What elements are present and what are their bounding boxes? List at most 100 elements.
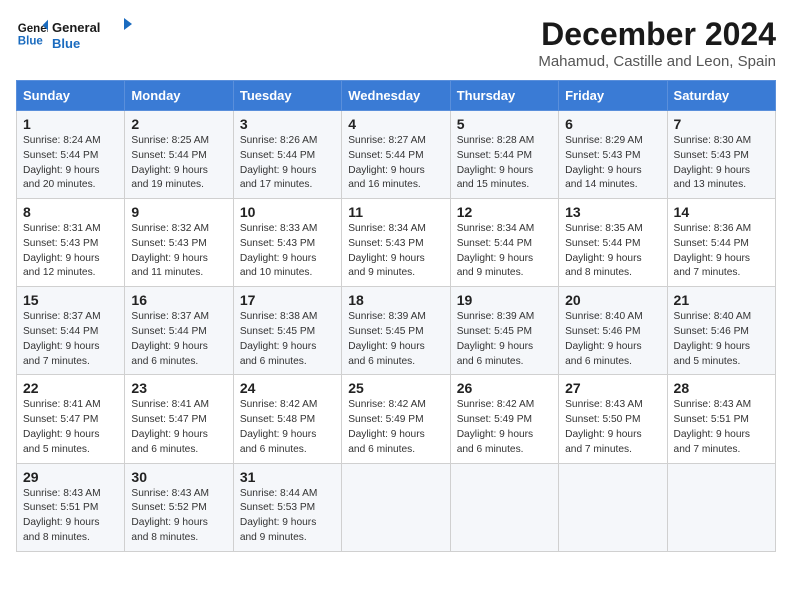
day-number: 24 xyxy=(240,380,335,396)
cell-info: Sunrise: 8:41 AMSunset: 5:47 PMDaylight:… xyxy=(131,398,226,457)
page-title: December 2024 xyxy=(538,16,776,53)
cell-info: Sunrise: 8:25 AMSunset: 5:44 PMDaylight:… xyxy=(131,134,226,193)
calendar-cell: 30Sunrise: 8:43 AMSunset: 5:52 PMDayligh… xyxy=(125,463,233,551)
calendar-cell: 10 Sunrise: 8:33 AMSunset: 5:43 PMDayligh… xyxy=(233,199,341,287)
svg-text:Blue: Blue xyxy=(52,36,80,51)
cell-info: Sunrise: 8:26 AMSunset: 5:44 PMDaylight:… xyxy=(240,134,335,193)
day-number: 26 xyxy=(457,380,552,396)
day-number: 10 xyxy=(240,204,335,220)
cell-info: Sunrise: 8:24 AMSunset: 5:44 PMDaylight:… xyxy=(23,134,118,193)
cell-info: Sunrise: 8:43 AMSunset: 5:51 PMDaylight:… xyxy=(674,398,769,457)
cell-info: Sunrise: 8:29 AMSunset: 5:43 PMDaylight:… xyxy=(565,134,660,193)
col-header-sunday: Sunday xyxy=(17,81,125,111)
calendar-cell: 25 Sunrise: 8:42 AMSunset: 5:49 PMDayligh… xyxy=(342,375,450,463)
calendar-cell: 7Sunrise: 8:30 AMSunset: 5:43 PMDaylight… xyxy=(667,111,775,199)
cell-info: Sunrise: 8:37 AMSunset: 5:44 PMDaylight:… xyxy=(23,310,118,369)
calendar-cell: 24 Sunrise: 8:42 AMSunset: 5:48 PMDayligh… xyxy=(233,375,341,463)
day-number: 7 xyxy=(674,116,769,132)
logo: General Blue General Blue xyxy=(16,16,132,52)
calendar-cell: 17 Sunrise: 8:38 AMSunset: 5:45 PMDayligh… xyxy=(233,287,341,375)
day-number: 6 xyxy=(565,116,660,132)
col-header-monday: Monday xyxy=(125,81,233,111)
cell-info: Sunrise: 8:36 AMSunset: 5:44 PMDaylight:… xyxy=(674,222,769,281)
cell-info: Sunrise: 8:35 AMSunset: 5:44 PMDaylight:… xyxy=(565,222,660,281)
day-number: 19 xyxy=(457,292,552,308)
calendar-cell: 29 Sunrise: 8:43 AMSunset: 5:51 PMDayligh… xyxy=(17,463,125,551)
col-header-friday: Friday xyxy=(559,81,667,111)
cell-info: Sunrise: 8:43 AMSunset: 5:50 PMDaylight:… xyxy=(565,398,660,457)
calendar-cell: 27 Sunrise: 8:43 AMSunset: 5:50 PMDayligh… xyxy=(559,375,667,463)
cell-info: Sunrise: 8:43 AMSunset: 5:51 PMDaylight:… xyxy=(23,487,118,546)
cell-info: Sunrise: 8:43 AMSunset: 5:52 PMDaylight:… xyxy=(131,487,226,546)
day-number: 17 xyxy=(240,292,335,308)
day-number: 25 xyxy=(348,380,443,396)
calendar-cell: 5Sunrise: 8:28 AMSunset: 5:44 PMDaylight… xyxy=(450,111,558,199)
day-number: 8 xyxy=(23,204,118,220)
calendar-cell: 8 Sunrise: 8:31 AMSunset: 5:43 PMDaylight… xyxy=(17,199,125,287)
svg-text:General: General xyxy=(52,20,100,35)
calendar-cell: 11 Sunrise: 8:34 AMSunset: 5:43 PMDayligh… xyxy=(342,199,450,287)
calendar-cell: 21 Sunrise: 8:40 AMSunset: 5:46 PMDayligh… xyxy=(667,287,775,375)
calendar-cell: 22Sunrise: 8:41 AMSunset: 5:47 PMDayligh… xyxy=(17,375,125,463)
calendar-cell: 2 Sunrise: 8:25 AMSunset: 5:44 PMDaylight… xyxy=(125,111,233,199)
page-subtitle: Mahamud, Castille and Leon, Spain xyxy=(538,53,776,70)
calendar-cell: 31 Sunrise: 8:44 AMSunset: 5:53 PMDayligh… xyxy=(233,463,341,551)
day-number: 20 xyxy=(565,292,660,308)
cell-info: Sunrise: 8:42 AMSunset: 5:48 PMDaylight:… xyxy=(240,398,335,457)
calendar-cell: 14 Sunrise: 8:36 AMSunset: 5:44 PMDayligh… xyxy=(667,199,775,287)
day-number: 21 xyxy=(674,292,769,308)
cell-info: Sunrise: 8:32 AMSunset: 5:43 PMDaylight:… xyxy=(131,222,226,281)
col-header-saturday: Saturday xyxy=(667,81,775,111)
page-header: General Blue General Blue December 2024 … xyxy=(16,16,776,70)
day-number: 11 xyxy=(348,204,443,220)
day-number: 18 xyxy=(348,292,443,308)
calendar-cell: 13 Sunrise: 8:35 AMSunset: 5:44 PMDayligh… xyxy=(559,199,667,287)
calendar-cell: 4Sunrise: 8:27 AMSunset: 5:44 PMDaylight… xyxy=(342,111,450,199)
cell-info: Sunrise: 8:38 AMSunset: 5:45 PMDaylight:… xyxy=(240,310,335,369)
calendar-cell: 28 Sunrise: 8:43 AMSunset: 5:51 PMDayligh… xyxy=(667,375,775,463)
header-row: SundayMondayTuesdayWednesdayThursdayFrid… xyxy=(17,81,776,111)
week-row-1: 1 Sunrise: 8:24 AMSunset: 5:44 PMDaylight… xyxy=(17,111,776,199)
day-number: 4 xyxy=(348,116,443,132)
day-number: 27 xyxy=(565,380,660,396)
svg-text:Blue: Blue xyxy=(18,36,44,48)
calendar-cell xyxy=(559,463,667,551)
cell-info: Sunrise: 8:39 AMSunset: 5:45 PMDaylight:… xyxy=(348,310,443,369)
cell-info: Sunrise: 8:34 AMSunset: 5:44 PMDaylight:… xyxy=(457,222,552,281)
day-number: 3 xyxy=(240,116,335,132)
calendar-cell xyxy=(450,463,558,551)
cell-info: Sunrise: 8:44 AMSunset: 5:53 PMDaylight:… xyxy=(240,487,335,546)
cell-info: Sunrise: 8:31 AMSunset: 5:43 PMDaylight:… xyxy=(23,222,118,281)
calendar-body: 1 Sunrise: 8:24 AMSunset: 5:44 PMDaylight… xyxy=(17,111,776,552)
cell-info: Sunrise: 8:34 AMSunset: 5:43 PMDaylight:… xyxy=(348,222,443,281)
logo-icon: General Blue xyxy=(16,18,48,50)
cell-info: Sunrise: 8:41 AMSunset: 5:47 PMDaylight:… xyxy=(23,398,118,457)
day-number: 5 xyxy=(457,116,552,132)
day-number: 28 xyxy=(674,380,769,396)
day-number: 2 xyxy=(131,116,226,132)
week-row-4: 22Sunrise: 8:41 AMSunset: 5:47 PMDayligh… xyxy=(17,375,776,463)
day-number: 13 xyxy=(565,204,660,220)
day-number: 9 xyxy=(131,204,226,220)
cell-info: Sunrise: 8:39 AMSunset: 5:45 PMDaylight:… xyxy=(457,310,552,369)
calendar-cell: 23Sunrise: 8:41 AMSunset: 5:47 PMDayligh… xyxy=(125,375,233,463)
col-header-thursday: Thursday xyxy=(450,81,558,111)
calendar-cell: 20Sunrise: 8:40 AMSunset: 5:46 PMDayligh… xyxy=(559,287,667,375)
cell-info: Sunrise: 8:37 AMSunset: 5:44 PMDaylight:… xyxy=(131,310,226,369)
calendar-table: SundayMondayTuesdayWednesdayThursdayFrid… xyxy=(16,80,776,552)
day-number: 1 xyxy=(23,116,118,132)
day-number: 31 xyxy=(240,469,335,485)
col-header-wednesday: Wednesday xyxy=(342,81,450,111)
calendar-header: SundayMondayTuesdayWednesdayThursdayFrid… xyxy=(17,81,776,111)
title-block: December 2024 Mahamud, Castille and Leon… xyxy=(538,16,776,70)
col-header-tuesday: Tuesday xyxy=(233,81,341,111)
calendar-cell: 12Sunrise: 8:34 AMSunset: 5:44 PMDayligh… xyxy=(450,199,558,287)
day-number: 14 xyxy=(674,204,769,220)
calendar-cell: 3 Sunrise: 8:26 AMSunset: 5:44 PMDaylight… xyxy=(233,111,341,199)
cell-info: Sunrise: 8:40 AMSunset: 5:46 PMDaylight:… xyxy=(674,310,769,369)
logo-svg: General Blue xyxy=(52,16,132,52)
calendar-cell: 9 Sunrise: 8:32 AMSunset: 5:43 PMDaylight… xyxy=(125,199,233,287)
cell-info: Sunrise: 8:33 AMSunset: 5:43 PMDaylight:… xyxy=(240,222,335,281)
cell-info: Sunrise: 8:42 AMSunset: 5:49 PMDaylight:… xyxy=(348,398,443,457)
day-number: 29 xyxy=(23,469,118,485)
